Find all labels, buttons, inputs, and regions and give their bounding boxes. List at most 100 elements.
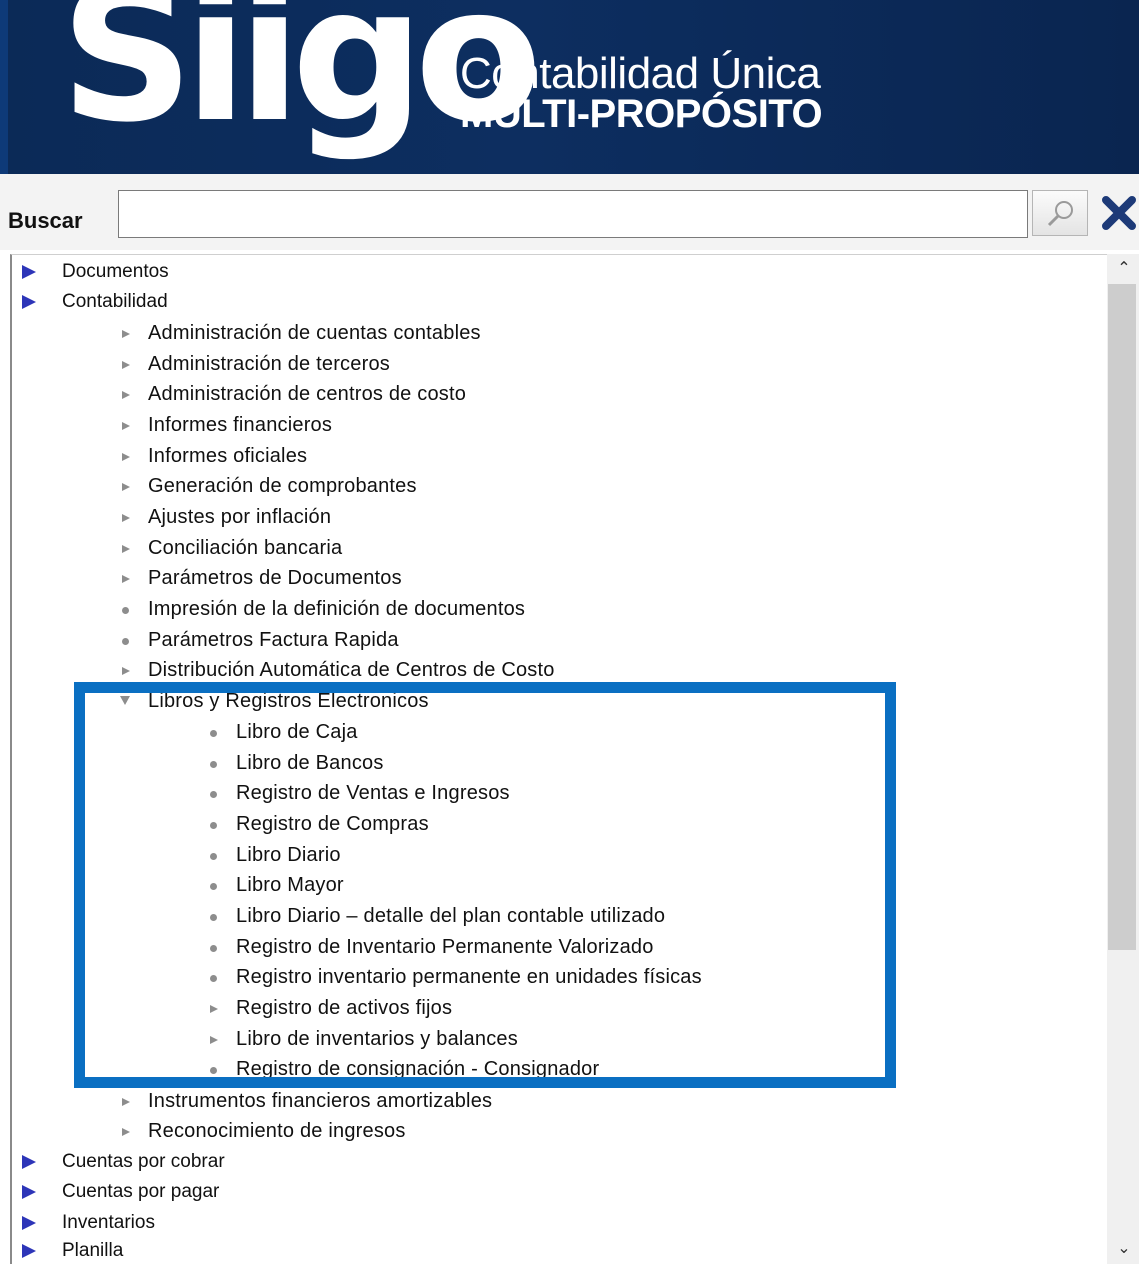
triangle-right-icon — [122, 391, 130, 399]
scroll-down-icon[interactable]: ⌄ — [1114, 1238, 1134, 1258]
bullet-icon — [210, 822, 217, 829]
tree-item-label: Registro de Ventas e Ingresos — [236, 782, 510, 804]
tree-item-instrumentos-financieros[interactable]: Instrumentos financieros amortizables — [10, 1086, 1100, 1116]
tree-item-conciliacion-bancaria[interactable]: Conciliación bancaria — [10, 533, 1100, 563]
tree-item-label: Libro de Bancos — [236, 752, 384, 774]
tree-item-libro-inventarios-balances[interactable]: Libro de inventarios y balances — [10, 1024, 1100, 1054]
tree-item-informes-oficiales[interactable]: Informes oficiales — [10, 441, 1100, 471]
tree-item-libros-registros[interactable]: Libros y Registros Electronicos — [10, 686, 1100, 716]
tree-item-label: Inventarios — [62, 1212, 155, 1233]
tree-item-registro-compras[interactable]: Registro de Compras — [10, 809, 1100, 839]
tree-item-documentos[interactable]: Documentos — [10, 257, 1100, 287]
tree-item-parametros-documentos[interactable]: Parámetros de Documentos — [10, 563, 1100, 593]
triangle-right-icon — [122, 483, 130, 491]
tree-item-label: Libro Diario – detalle del plan contable… — [236, 905, 666, 927]
tree-item-label: Parámetros Factura Rapida — [148, 629, 399, 651]
product-title: Contabilidad Única — [460, 49, 821, 98]
tree-item-libro-diario[interactable]: Libro Diario — [10, 840, 1100, 870]
tree-item-registro-inventario-valorizado[interactable]: Registro de Inventario Permanente Valori… — [10, 932, 1100, 962]
tree-item-label: Registro de activos fijos — [236, 997, 453, 1019]
tree-item-label: Libro de inventarios y balances — [236, 1028, 518, 1050]
triangle-right-icon — [22, 1216, 36, 1230]
tree-item-ajustes-inflacion[interactable]: Ajustes por inflación — [10, 502, 1100, 532]
triangle-right-icon — [122, 361, 130, 369]
close-x-icon — [1102, 196, 1136, 230]
tree-item-admin-terceros[interactable]: Administración de terceros — [10, 349, 1100, 379]
tree-item-label: Administración de centros de costo — [148, 383, 467, 405]
tree-item-label: Informes oficiales — [148, 445, 308, 467]
bullet-icon — [210, 975, 217, 982]
clear-search-button[interactable] — [1096, 190, 1139, 236]
triangle-right-icon — [210, 1005, 218, 1013]
tree-item-label: Cuentas por cobrar — [62, 1151, 225, 1172]
tree-item-admin-cuentas[interactable]: Administración de cuentas contables — [10, 318, 1100, 348]
tree-item-libro-caja[interactable]: Libro de Caja — [10, 717, 1100, 747]
triangle-right-icon — [122, 1128, 130, 1136]
tree-item-impresion-definicion[interactable]: Impresión de la definición de documentos — [10, 594, 1100, 624]
tree-item-registro-activos-fijos[interactable]: Registro de activos fijos — [10, 993, 1100, 1023]
triangle-right-icon — [122, 667, 130, 675]
magnifier-icon — [1047, 201, 1073, 227]
tree-item-label: Impresión de la definición de documentos — [148, 598, 526, 620]
triangle-right-icon — [122, 453, 130, 461]
tree-item-distribucion-automatica[interactable]: Distribución Automática de Centros de Co… — [10, 655, 1100, 685]
tree-item-label: Ajustes por inflación — [148, 506, 332, 528]
triangle-right-icon — [122, 545, 130, 553]
tree-item-label: Administración de terceros — [148, 353, 390, 375]
tree-item-contabilidad[interactable]: Contabilidad — [10, 287, 1100, 317]
triangle-right-icon — [22, 1244, 36, 1258]
tree-item-label: Informes financieros — [148, 414, 333, 436]
triangle-right-icon — [22, 1155, 36, 1169]
bullet-icon — [210, 791, 217, 798]
tree-item-libro-diario-detalle[interactable]: Libro Diario – detalle del plan contable… — [10, 901, 1100, 931]
tree-item-libro-bancos[interactable]: Libro de Bancos — [10, 748, 1100, 778]
bullet-icon — [210, 730, 217, 737]
tree-item-parametros-factura[interactable]: Parámetros Factura Rapida — [10, 625, 1100, 655]
tree-item-label: Instrumentos financieros amortizables — [148, 1090, 493, 1112]
search-button[interactable] — [1032, 190, 1088, 236]
tree-item-inventarios[interactable]: Inventarios — [10, 1208, 1100, 1238]
bullet-icon — [210, 883, 217, 890]
bullet-icon — [210, 853, 217, 860]
bullet-icon — [210, 1067, 217, 1074]
tree-item-label: Parámetros de Documentos — [148, 567, 402, 589]
tree-item-libro-mayor[interactable]: Libro Mayor — [10, 870, 1100, 900]
tree-item-label: Distribución Automática de Centros de Co… — [148, 659, 555, 681]
tree-item-registro-ventas[interactable]: Registro de Ventas e Ingresos — [10, 778, 1100, 808]
bullet-icon — [122, 638, 129, 645]
triangle-right-icon — [210, 1036, 218, 1044]
tree-item-label: Registro de Inventario Permanente Valori… — [236, 936, 654, 958]
tree-item-admin-centros[interactable]: Administración de centros de costo — [10, 379, 1100, 409]
tree-item-label: Generación de comprobantes — [148, 475, 417, 497]
tree-item-label: Conciliación bancaria — [148, 537, 343, 559]
tree-item-label: Libros y Registros Electronicos — [148, 690, 429, 712]
tree-item-cuentas-pagar[interactable]: Cuentas por pagar — [10, 1177, 1100, 1207]
search-label: Buscar — [8, 208, 83, 233]
tree-item-generacion-comprobantes[interactable]: Generación de comprobantes — [10, 471, 1100, 501]
bullet-icon — [210, 761, 217, 768]
tree-item-label: Registro inventario permanente en unidad… — [236, 966, 702, 988]
triangle-down-icon — [120, 696, 130, 705]
tree-item-planilla[interactable]: Planilla — [10, 1236, 1100, 1264]
header-banner: Siigo Contabilidad Única MULTI-PROPÓSITO — [0, 0, 1139, 174]
tree-item-registro-consignacion[interactable]: Registro de consignación - Consignador — [10, 1054, 1100, 1084]
tree-item-informes-financieros[interactable]: Informes financieros — [10, 410, 1100, 440]
triangle-right-icon — [22, 295, 36, 309]
scrollbar-thumb[interactable] — [1108, 284, 1136, 950]
tree-item-registro-inventario-unidades[interactable]: Registro inventario permanente en unidad… — [10, 962, 1100, 992]
tree-item-label: Cuentas por pagar — [62, 1181, 220, 1202]
tree-item-reconocimiento-ingresos[interactable]: Reconocimiento de ingresos — [10, 1116, 1100, 1146]
bullet-icon — [210, 914, 217, 921]
search-input[interactable] — [118, 190, 1028, 238]
tree-item-cuentas-cobrar[interactable]: Cuentas por cobrar — [10, 1147, 1100, 1177]
tree-item-label: Planilla — [62, 1240, 124, 1261]
triangle-right-icon — [122, 514, 130, 522]
triangle-right-icon — [122, 1098, 130, 1106]
tree-item-label: Documentos — [62, 261, 169, 282]
bullet-icon — [210, 945, 217, 952]
tree-item-label: Libro de Caja — [236, 721, 358, 743]
tree-item-label: Registro de Compras — [236, 813, 429, 835]
triangle-right-icon — [122, 330, 130, 338]
scroll-up-icon[interactable]: ⌃ — [1114, 258, 1134, 278]
triangle-right-icon — [122, 422, 130, 430]
